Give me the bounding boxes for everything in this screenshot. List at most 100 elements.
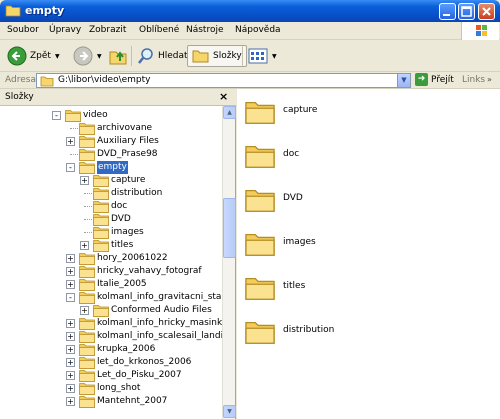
links-label[interactable]: Links: [462, 75, 485, 85]
folder-icon: [245, 101, 275, 124]
tree-item[interactable]: + Let_do_Pisku_2007: [0, 369, 222, 382]
search-button[interactable]: Hledat: [137, 45, 188, 67]
folder-item[interactable]: titles: [245, 271, 305, 305]
pane-close-icon[interactable]: ×: [219, 90, 228, 103]
menu-tools[interactable]: Nástroje: [186, 25, 224, 35]
tree-item[interactable]: + kolmanl_info_hricky_masinka: [0, 317, 222, 330]
menu-help[interactable]: Nápověda: [235, 25, 281, 35]
folder-icon: [79, 331, 95, 343]
folder-item[interactable]: DVD: [245, 183, 303, 217]
links-chevron-icon[interactable]: »: [487, 75, 492, 84]
address-path: G:\libor\video\empty: [58, 75, 151, 85]
menu-edit[interactable]: Úpravy: [49, 25, 81, 35]
folders-label: Složky: [213, 51, 242, 61]
forward-dropdown-icon[interactable]: ▼: [97, 53, 102, 60]
expand-icon[interactable]: +: [80, 176, 89, 185]
folder-icon: [79, 266, 95, 278]
tree-item[interactable]: + Conformed Audio Files: [0, 304, 222, 317]
back-button[interactable]: Zpět ▼: [7, 45, 60, 67]
tree-item[interactable]: + Auxiliary Files: [0, 135, 222, 148]
folder-item[interactable]: doc: [245, 139, 299, 173]
tree-item[interactable]: DVD: [0, 213, 222, 226]
maximize-button[interactable]: [458, 3, 475, 20]
tree-item[interactable]: + Italie_2005: [0, 278, 222, 291]
folder-icon: [79, 136, 95, 148]
menu-file[interactable]: Soubor: [7, 25, 39, 35]
folders-button[interactable]: Složky: [187, 45, 247, 67]
menu-view[interactable]: Zobrazit: [89, 25, 126, 35]
tree-item-label: long_shot: [97, 383, 141, 393]
folder-item[interactable]: capture: [245, 95, 317, 129]
close-icon: [482, 7, 491, 16]
tree-item[interactable]: + hricky_vahavy_fotograf: [0, 265, 222, 278]
back-arrow-icon: [7, 46, 27, 66]
folder-icon: [93, 175, 109, 187]
expand-icon[interactable]: +: [66, 358, 75, 367]
tree-item[interactable]: images: [0, 226, 222, 239]
views-icon: [248, 48, 268, 64]
tree-item-label: capture: [111, 175, 146, 185]
tree-item[interactable]: - kolmanl_info_gravitacni_start: [0, 291, 222, 304]
tree-item[interactable]: + krupka_2006: [0, 343, 222, 356]
expand-icon[interactable]: +: [66, 254, 75, 263]
expand-icon[interactable]: +: [66, 332, 75, 341]
menu-favorites[interactable]: Oblíbené: [139, 25, 179, 35]
go-button[interactable]: ➜ Přejít: [415, 73, 454, 86]
toolbar-separator: [242, 46, 243, 66]
scroll-down-icon[interactable]: ▼: [223, 405, 236, 418]
tree-item[interactable]: - video: [0, 109, 222, 122]
expand-icon[interactable]: +: [66, 267, 75, 276]
tree-item-label: hricky_vahavy_fotograf: [97, 266, 202, 276]
expand-icon[interactable]: +: [66, 371, 75, 380]
views-button[interactable]: ▼: [248, 45, 277, 67]
tree-item-label: video: [83, 110, 108, 120]
address-dropdown-icon[interactable]: ▼: [397, 74, 410, 87]
folder-item[interactable]: images: [245, 227, 316, 261]
expand-icon[interactable]: +: [66, 319, 75, 328]
tree-item[interactable]: + let_do_krkonos_2006: [0, 356, 222, 369]
expand-icon[interactable]: +: [66, 137, 75, 146]
expand-icon[interactable]: +: [66, 280, 75, 289]
folder-icon: [79, 123, 95, 135]
address-input[interactable]: G:\libor\video\empty ▼: [36, 73, 411, 88]
back-dropdown-icon[interactable]: ▼: [55, 53, 60, 60]
tree-item[interactable]: + long_shot: [0, 382, 222, 395]
folder-icon: [79, 383, 95, 395]
tree-item-label: let_do_krkonos_2006: [97, 357, 192, 367]
tree-scrollbar[interactable]: ▲ ▼: [222, 106, 236, 419]
scroll-thumb[interactable]: [223, 198, 236, 258]
tree-item[interactable]: doc: [0, 200, 222, 213]
expand-icon[interactable]: +: [66, 345, 75, 354]
folder-icon: [245, 277, 275, 300]
tree-item[interactable]: distribution: [0, 187, 222, 200]
expand-icon[interactable]: +: [80, 306, 89, 315]
folder-item[interactable]: distribution: [245, 315, 334, 349]
collapse-icon[interactable]: -: [52, 111, 61, 120]
title-bar[interactable]: empty: [0, 0, 500, 22]
tree-item[interactable]: + kolmanl_info_scalesail_landings: [0, 330, 222, 343]
up-button[interactable]: [108, 45, 128, 67]
folders-pane: Složky × - video archivovane + Auxiliary Fil…: [0, 89, 236, 419]
forward-button[interactable]: ▼: [73, 45, 102, 67]
tree-item[interactable]: archivovane: [0, 122, 222, 135]
tree-item[interactable]: + Mantehnt_2007: [0, 395, 222, 408]
tree-item[interactable]: - empty: [0, 161, 222, 174]
tree-item-label: Let_do_Pisku_2007: [97, 370, 182, 380]
tree-item[interactable]: + hory_20061022: [0, 252, 222, 265]
close-button[interactable]: [478, 3, 495, 20]
collapse-icon[interactable]: -: [66, 163, 75, 172]
collapse-icon[interactable]: -: [66, 293, 75, 302]
windows-logo-icon: [461, 22, 499, 40]
expand-icon[interactable]: +: [80, 241, 89, 250]
minimize-button[interactable]: [439, 3, 456, 20]
tree-item[interactable]: DVD_Prase98: [0, 148, 222, 161]
views-dropdown-icon[interactable]: ▼: [272, 53, 277, 60]
scroll-up-icon[interactable]: ▲: [223, 106, 236, 119]
tree-item-label: titles: [111, 240, 134, 250]
expand-icon[interactable]: +: [66, 397, 75, 406]
expand-icon[interactable]: +: [66, 384, 75, 393]
folder-icon: [5, 5, 21, 17]
folder-icon: [40, 76, 54, 87]
tree-item[interactable]: + capture: [0, 174, 222, 187]
tree-item[interactable]: + titles: [0, 239, 222, 252]
